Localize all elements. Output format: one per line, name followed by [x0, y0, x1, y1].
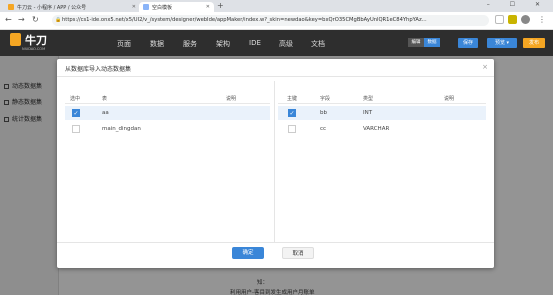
divider — [57, 76, 494, 77]
extension-icon[interactable] — [508, 15, 517, 24]
column-header-table: 表 — [102, 96, 108, 102]
window-controls[interactable]: – ☐ ✕ — [487, 1, 549, 8]
column-header-desc: 说明 — [444, 96, 455, 102]
table-list: 选中 表 说明 ✓ aa main_dingdan — [65, 91, 270, 238]
url-text: https://cs1-ide.onx5.net/x5/UI2/v_/syste… — [62, 17, 427, 23]
reload-icon[interactable]: ↻ — [32, 15, 39, 24]
primary-key-checkbox[interactable]: ✓ — [288, 109, 296, 117]
column-header-primary-key: 主键 — [287, 96, 298, 102]
logo-subtitle: NIUDAO.COM — [22, 47, 46, 51]
confirm-button[interactable]: 确定 — [232, 247, 264, 259]
menu-item-architecture[interactable]: 架构 — [216, 39, 230, 49]
field-name: cc — [320, 126, 327, 132]
publish-button[interactable]: 发布 — [523, 38, 545, 48]
field-row[interactable]: ✓ bb INT — [278, 106, 486, 120]
row-checkbox[interactable]: ✓ — [72, 109, 80, 117]
row-checkbox[interactable] — [72, 125, 80, 133]
field-row[interactable]: cc VARCHAR — [278, 122, 486, 136]
profile-avatar-icon[interactable] — [521, 15, 530, 24]
forward-arrow-icon[interactable]: → — [18, 15, 25, 24]
tab-title: 牛刀云 - 小程序 / APP / 公众号 — [17, 4, 87, 11]
preview-label: 预览 — [494, 40, 505, 46]
divider — [65, 103, 270, 104]
mode-tab-data[interactable]: 数据 — [424, 38, 440, 47]
column-header-desc: 说明 — [226, 96, 237, 102]
new-tab-button[interactable]: + — [217, 1, 224, 10]
column-header-select: 选中 — [70, 96, 81, 102]
page-favicon-icon — [143, 4, 149, 10]
divider — [278, 103, 486, 104]
menu-item-advanced[interactable]: 高级 — [279, 39, 293, 49]
save-button[interactable]: 保存 — [458, 38, 478, 48]
background-text: 知： — [257, 280, 269, 286]
browser-tab-blank-template[interactable]: 空白模板 ✕ — [139, 2, 214, 12]
bookmark-star-icon[interactable] — [495, 15, 504, 24]
column-header-type: 类型 — [363, 96, 374, 102]
close-tab-icon[interactable]: ✕ — [206, 4, 210, 10]
close-icon[interactable]: × — [482, 63, 488, 71]
dialog-title: 从数据库导入动态数据集 — [65, 66, 132, 73]
table-row[interactable]: ✓ aa — [65, 106, 270, 120]
field-type: VARCHAR — [363, 126, 390, 132]
table-name: aa — [102, 110, 109, 116]
lock-icon: 🔒 — [55, 17, 62, 23]
menu-item-page[interactable]: 页面 — [117, 39, 131, 49]
niudao-favicon-icon — [8, 4, 14, 10]
app-header: 牛刀 NIUDAO.COM 页面 数据 服务 架构 IDE 高级 文档 编辑 数… — [0, 30, 553, 56]
browser-tab-bar: 牛刀云 - 小程序 / APP / 公众号 ✕ 空白模板 ✕ + – ☐ ✕ — [0, 0, 553, 12]
browser-tab-niudao[interactable]: 牛刀云 - 小程序 / APP / 公众号 ✕ — [4, 2, 140, 12]
cancel-button[interactable]: 取消 — [282, 247, 314, 259]
close-tab-icon[interactable]: ✕ — [132, 4, 136, 10]
address-bar[interactable]: 🔒 https://cs1-ide.onx5.net/x5/UI2/v_/sys… — [52, 15, 489, 26]
menu-item-docs[interactable]: 文档 — [311, 39, 325, 49]
chevron-down-icon: ▾ — [506, 40, 510, 46]
preview-button[interactable]: 预览 ▾ — [487, 38, 517, 48]
table-row[interactable]: main_dingdan — [65, 122, 270, 136]
niudao-logo-icon — [10, 33, 21, 46]
tab-title: 空白模板 — [152, 4, 173, 11]
browser-toolbar: ← → ↻ 🔒 https://cs1-ide.onx5.net/x5/UI2/… — [0, 12, 553, 30]
menu-item-ide[interactable]: IDE — [249, 39, 261, 47]
field-name: bb — [320, 110, 327, 116]
logo-text: 牛刀 — [25, 34, 47, 47]
menu-item-data[interactable]: 数据 — [150, 39, 164, 49]
browser-menu-icon[interactable]: ⋮ — [538, 15, 546, 24]
primary-key-checkbox[interactable] — [288, 125, 296, 133]
table-name: main_dingdan — [102, 126, 141, 132]
field-list: 主键 字段 类型 说明 ✓ bb INT cc VARCHAR — [278, 91, 486, 238]
mode-tab-edit[interactable]: 编辑 — [408, 38, 424, 47]
field-type: INT — [363, 110, 373, 116]
divider — [57, 242, 494, 243]
menu-item-service[interactable]: 服务 — [183, 39, 197, 49]
divider — [274, 81, 275, 243]
back-arrow-icon[interactable]: ← — [5, 15, 12, 24]
column-header-field: 字段 — [320, 96, 331, 102]
import-dataset-dialog: 从数据库导入动态数据集 × 选中 表 说明 ✓ aa main_dingdan … — [57, 59, 494, 268]
